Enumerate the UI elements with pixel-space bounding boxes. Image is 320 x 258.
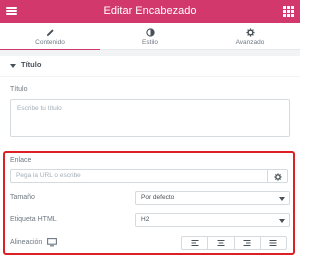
tab-label: Contenido [35,39,65,46]
tab-advanced[interactable]: Avanzado [200,23,300,50]
align-center-icon [217,240,225,246]
apps-grid-icon[interactable] [283,6,294,17]
html-tag-label: Etiqueta HTML [10,216,57,223]
tab-bar: Contenido Estilo Avanzado [0,23,300,51]
size-label: Tamaño [10,194,35,201]
gear-icon [200,28,300,37]
link-options-button[interactable] [268,169,288,183]
panel-header: Editar Encabezado [0,0,300,23]
align-right-icon [243,240,251,246]
tab-style[interactable]: Estilo [100,23,200,50]
tab-label: Avanzado [235,39,265,46]
tab-content[interactable]: Contenido [0,23,100,51]
panel-title: Editar Encabezado [103,5,197,17]
html-tag-value: H2 [141,216,150,223]
align-right-button[interactable] [235,237,261,249]
size-value: Por defecto [141,194,175,201]
title-textarea[interactable]: Escribe tu título [10,99,290,137]
align-justify-button[interactable] [261,237,286,249]
html-tag-select[interactable]: H2 [135,213,290,227]
title-label: Título [10,86,28,93]
section-title: Título [21,60,42,69]
link-placeholder: Pega la URL o escribe [16,172,81,179]
section-header-title[interactable]: Título [0,56,300,76]
pencil-icon [0,28,100,37]
link-label: Enlace [10,157,32,164]
align-left-icon [191,240,199,246]
align-justify-icon [269,240,277,246]
size-select[interactable]: Por defecto [135,191,290,205]
tab-label: Estilo [142,39,158,46]
desktop-icon[interactable] [47,238,57,247]
align-left-button[interactable] [182,237,209,249]
contrast-icon [100,28,200,37]
caret-down-icon [279,219,285,223]
gear-icon [274,173,282,181]
title-placeholder: Escribe tu título [17,105,62,112]
alignment-label: Alineación [10,239,43,246]
align-center-button[interactable] [208,237,235,249]
alignment-button-group [181,236,287,250]
caret-down-icon [279,197,285,201]
caret-down-icon [10,64,16,68]
link-url-input[interactable]: Pega la URL o escribe [10,169,268,183]
